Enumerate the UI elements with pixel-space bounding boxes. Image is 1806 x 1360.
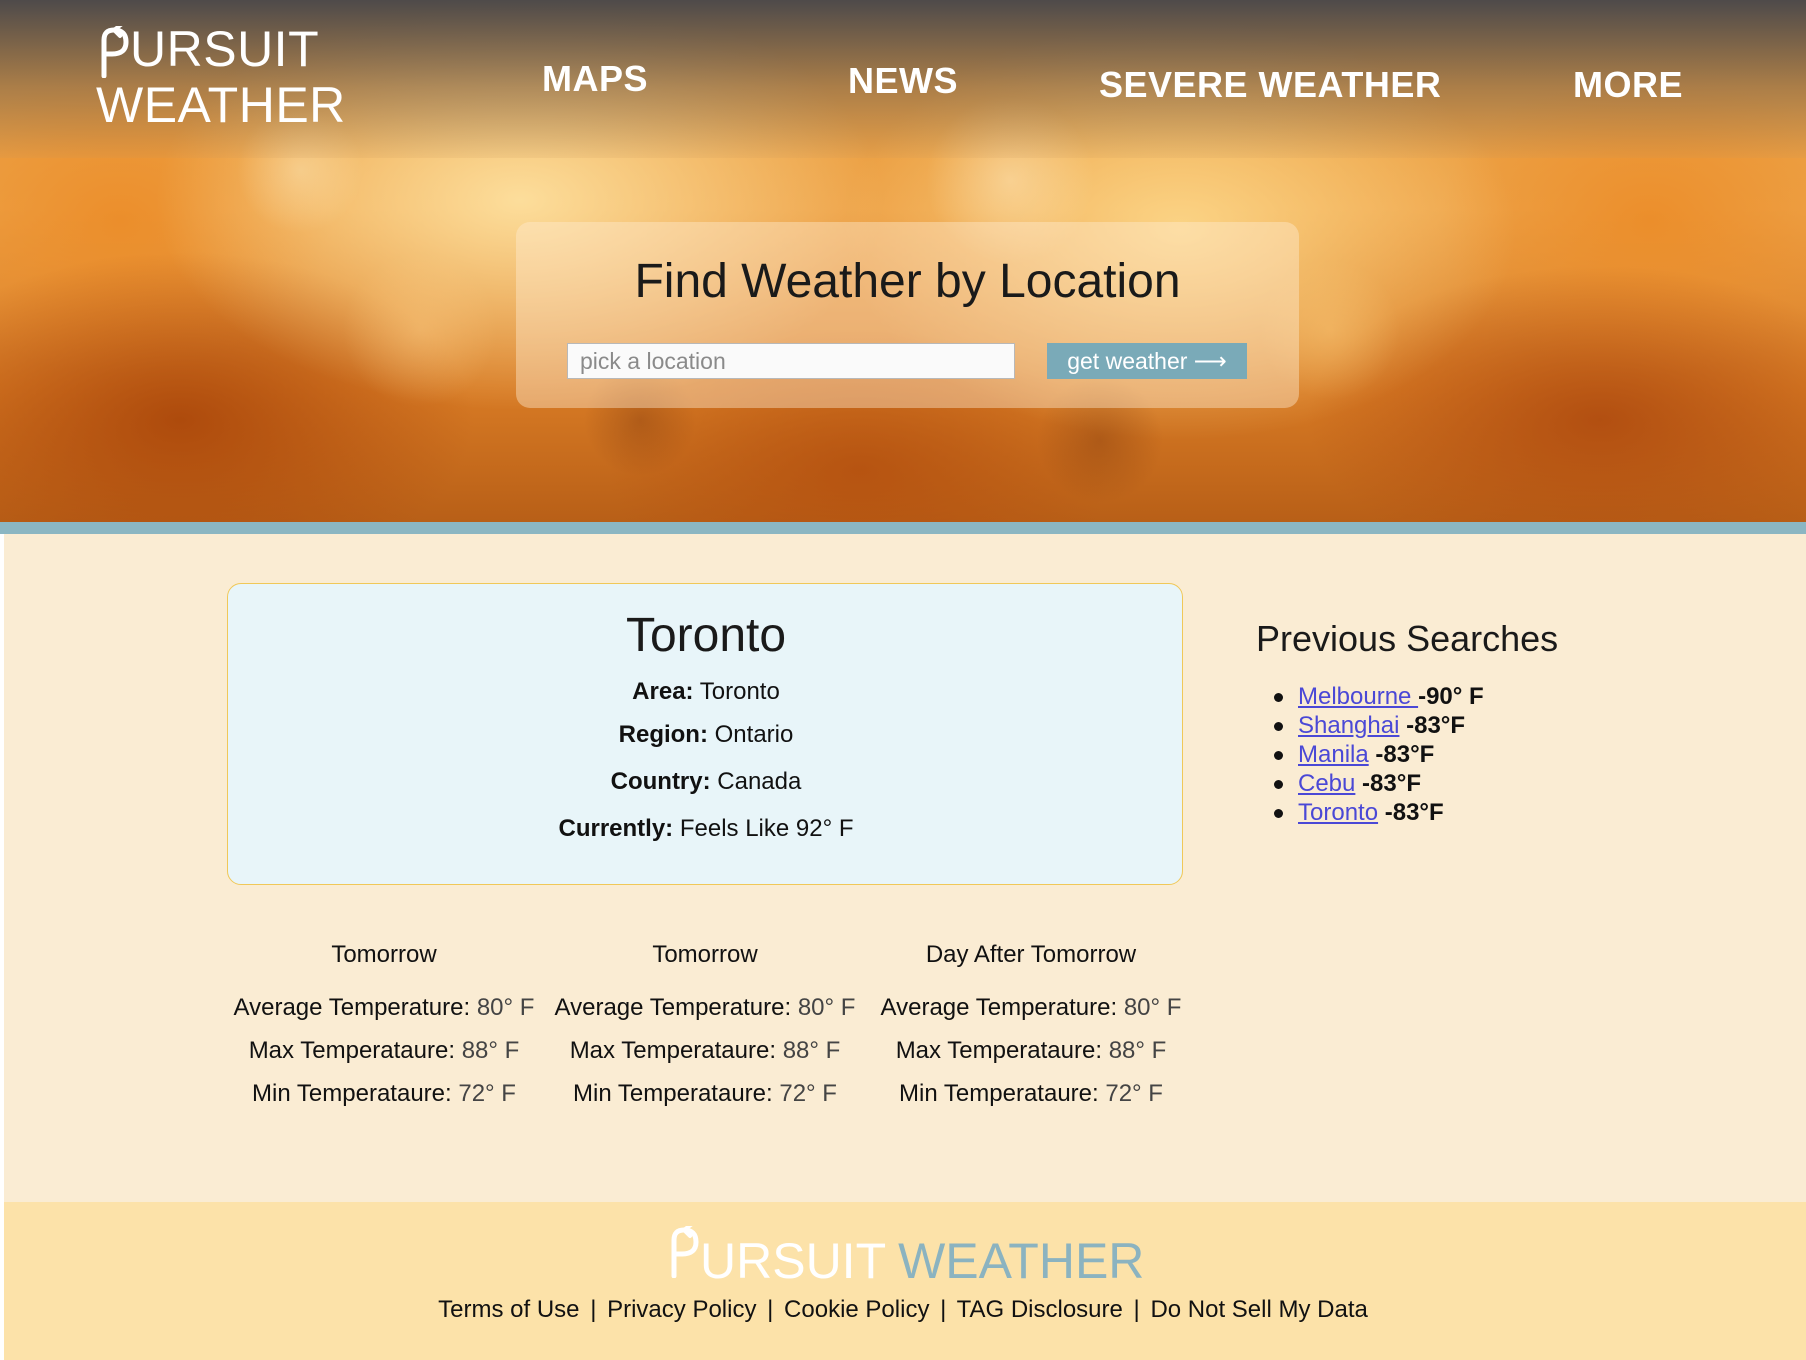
footer-logo-p-icon: [666, 1222, 700, 1286]
avg-label: Average Temperature: [233, 994, 464, 1021]
nav-more[interactable]: MORE: [1573, 64, 1683, 106]
footer-separator: |: [1133, 1296, 1140, 1323]
footer-separator: |: [940, 1296, 947, 1323]
max-label: Max Temperataure: [569, 1037, 770, 1064]
forecast-max: Max Temperataure: 88° F: [895, 1037, 1167, 1064]
previous-search-item: Manila -83°F: [1274, 740, 1484, 769]
nav-news[interactable]: NEWS: [848, 60, 958, 102]
footer-separator: |: [590, 1296, 597, 1323]
previous-search-link-shanghai[interactable]: Shanghai: [1298, 712, 1399, 739]
footer-link-tag[interactable]: TAG Disclosure: [957, 1296, 1123, 1323]
previous-search-link-toronto[interactable]: Toronto: [1298, 799, 1378, 826]
forecast-avg: Average Temperature: 80° F: [554, 994, 856, 1021]
footer-logo-pursuit: URSUIT: [700, 1233, 887, 1289]
previous-search-item: Melbourne -90° F: [1274, 682, 1484, 711]
previous-search-temp: -83°F: [1406, 712, 1466, 739]
max-label: Max Temperataure: [248, 1037, 449, 1064]
city-country-row: Country: Canada: [228, 768, 1184, 796]
footer-logo[interactable]: URSUIT WEATHER: [666, 1222, 1145, 1289]
forecast-max: Max Temperataure: 88° F: [248, 1037, 520, 1064]
city-name: Toronto: [625, 609, 787, 662]
area-label: Area:: [632, 678, 694, 705]
previous-search-temp: -90° F: [1418, 683, 1484, 710]
site-logo[interactable]: URSUIT WEATHER: [96, 21, 346, 133]
previous-search-link-cebu[interactable]: Cebu: [1298, 770, 1355, 797]
previous-search-temp: -83°F: [1384, 799, 1444, 826]
city-currently-row: Currently: Feels Like 92° F: [228, 815, 1184, 843]
footer-link-privacy[interactable]: Privacy Policy: [607, 1296, 756, 1323]
region-label: Region:: [618, 721, 708, 748]
avg-value: 80° F: [476, 994, 535, 1021]
previous-search-item: Shanghai -83°F: [1274, 711, 1484, 740]
currently-label: Currently:: [558, 815, 674, 842]
logo-p-icon: [96, 22, 129, 79]
previous-search-item: Cebu -83°F: [1274, 769, 1484, 798]
previous-search-link-melbourne[interactable]: Melbourne: [1298, 683, 1418, 710]
get-weather-button[interactable]: get weather ⟶: [1047, 343, 1247, 379]
country-label: Country:: [610, 768, 711, 795]
min-value: 72° F: [1105, 1080, 1163, 1107]
avg-value: 80° F: [797, 994, 856, 1021]
search-panel: Find Weather by Location get weather ⟶: [516, 222, 1299, 408]
previous-search-item: Toronto -83°F: [1274, 798, 1484, 827]
hero-divider: [0, 522, 1806, 534]
nav-severe-weather[interactable]: SEVERE WEATHER: [1099, 64, 1441, 106]
location-input[interactable]: [567, 343, 1015, 379]
logo-weather-text: WEATHER: [96, 77, 346, 133]
footer-link-do-not-sell[interactable]: Do Not Sell My Data: [1150, 1296, 1367, 1323]
max-value: 88° F: [782, 1037, 841, 1064]
previous-searches-list: Melbourne -90° F Shanghai -83°F Manila -…: [1274, 682, 1484, 827]
forecast-day-label: Tomorrow: [652, 941, 758, 968]
logo-pursuit-text: URSUIT: [130, 21, 320, 77]
forecast-max: Max Temperataure: 88° F: [569, 1037, 841, 1064]
forecast-day-label: Tomorrow: [331, 941, 437, 968]
forecast-day-3: Day After Tomorrow Average Temperature: …: [871, 940, 1191, 1107]
max-value: 88° F: [1108, 1037, 1167, 1064]
min-value: 72° F: [779, 1080, 837, 1107]
forecast-avg: Average Temperature: 80° F: [880, 994, 1182, 1021]
max-label: Max Temperataure: [895, 1037, 1096, 1064]
previous-search-link-manila[interactable]: Manila: [1298, 741, 1369, 768]
forecast-min: Min Temperataure: 72° F: [573, 1080, 837, 1107]
nav-maps[interactable]: MAPS: [542, 58, 648, 100]
min-label: Min Temperataure: [252, 1080, 445, 1107]
forecast-day-label: Day After Tomorrow: [925, 941, 1137, 968]
max-value: 88° F: [461, 1037, 520, 1064]
search-title: Find Weather by Location: [634, 255, 1181, 308]
min-label: Min Temperataure: [573, 1080, 766, 1107]
forecast-day-1: Tomorrow Average Temperature: 80° F Max …: [224, 940, 544, 1107]
area-value: Toronto: [699, 678, 780, 705]
forecast-avg: Average Temperature: 80° F: [233, 994, 535, 1021]
currently-value: Feels Like 92° F: [679, 815, 854, 842]
avg-label: Average Temperature: [880, 994, 1111, 1021]
previous-search-temp: -83°F: [1362, 770, 1421, 797]
min-value: 72° F: [458, 1080, 516, 1107]
city-region-row: Region: Ontario: [228, 721, 1184, 749]
region-value: Ontario: [714, 721, 794, 748]
country-value: Canada: [717, 768, 802, 795]
footer-separator: |: [767, 1296, 774, 1323]
forecast-min: Min Temperataure: 72° F: [899, 1080, 1163, 1107]
footer-link-terms[interactable]: Terms of Use: [438, 1296, 579, 1323]
forecast-day-2: Tomorrow Average Temperature: 80° F Max …: [545, 940, 865, 1107]
previous-search-temp: -83°F: [1375, 741, 1435, 768]
footer-links: Terms of Use | Privacy Policy | Cookie P…: [0, 1296, 1806, 1324]
min-label: Min Temperataure: [899, 1080, 1092, 1107]
footer-link-cookie[interactable]: Cookie Policy: [784, 1296, 929, 1323]
previous-searches-title: Previous Searches: [1256, 618, 1559, 659]
avg-label: Average Temperature: [554, 994, 785, 1021]
footer-logo-weather: WEATHER: [898, 1233, 1145, 1289]
city-area-row: Area: Toronto: [228, 678, 1184, 706]
city-card: Toronto Area: Toronto Region: Ontario Co…: [227, 583, 1183, 885]
forecast-min: Min Temperataure: 72° F: [252, 1080, 516, 1107]
avg-value: 80° F: [1123, 994, 1182, 1021]
